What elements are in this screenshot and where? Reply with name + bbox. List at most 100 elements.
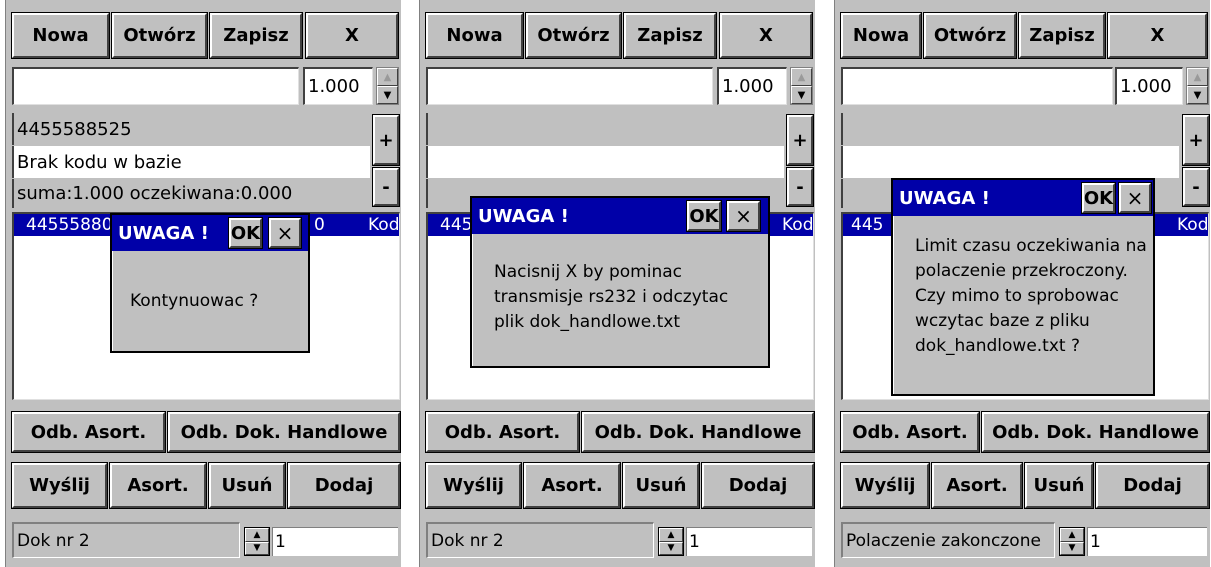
delete-button[interactable]: Usuń: [209, 463, 285, 508]
add-button[interactable]: Dodaj: [288, 463, 400, 508]
quantity-stepper[interactable]: ▲ ▼: [376, 67, 399, 105]
close-button[interactable]: X: [306, 13, 398, 58]
alert-dialog: UWAGA ! OK × Limit czasu oczekiwania na …: [891, 178, 1155, 396]
odb-asort-button[interactable]: Odb. Asort.: [426, 412, 579, 452]
status-bar: Dok nr 2: [12, 522, 240, 558]
save-button[interactable]: Zapisz: [624, 13, 716, 58]
arrow-up-icon[interactable]: ▲: [1060, 528, 1084, 542]
send-button[interactable]: Wyślij: [12, 463, 107, 508]
dialog-message-line: Nacisnij X by pominac: [494, 262, 683, 282]
product-name-row: [841, 146, 1179, 178]
dialog-message: Nacisnij X by pominac transmisje rs232 i…: [494, 260, 728, 335]
asort-button[interactable]: Asort.: [524, 463, 620, 508]
page-number: 1: [1087, 527, 1207, 556]
minus-button[interactable]: -: [787, 168, 813, 206]
arrow-down-icon[interactable]: ▼: [1060, 541, 1084, 555]
delete-button[interactable]: Usuń: [1025, 463, 1093, 508]
send-button[interactable]: Wyślij: [841, 463, 929, 508]
odb-dok-handlowe-button[interactable]: Odb. Dok. Handlowe: [582, 412, 814, 452]
save-button[interactable]: Zapisz: [210, 13, 302, 58]
arrow-down-icon[interactable]: ▼: [377, 86, 398, 104]
plus-button[interactable]: +: [1183, 115, 1209, 165]
add-button[interactable]: Dodaj: [1096, 463, 1209, 508]
page-number: 1: [272, 527, 398, 556]
dialog-message-line: wczytac baze z pliku: [915, 311, 1090, 331]
dialog-message-line: transmisje rs232 i odczytac: [494, 287, 729, 307]
screen-3: Nowa Otwórz Zapisz X 1.000 ▲ ▼ + - 445 K…: [834, 0, 1210, 567]
new-button[interactable]: Nowa: [12, 13, 109, 58]
arrow-up-icon[interactable]: ▲: [791, 68, 812, 86]
list-cell-kod: Kod: [368, 215, 399, 235]
quantity-stepper[interactable]: ▲ ▼: [790, 67, 813, 105]
status-bar: Dok nr 2: [426, 522, 654, 558]
dialog-ok-button[interactable]: OK: [229, 218, 262, 248]
new-button[interactable]: Nowa: [426, 13, 523, 58]
arrow-down-icon[interactable]: ▼: [245, 541, 269, 555]
code-row: 4455588525: [12, 113, 370, 145]
send-button[interactable]: Wyślij: [426, 463, 521, 508]
dialog-message-line: plik dok_handlowe.txt: [494, 312, 681, 332]
close-button[interactable]: X: [720, 13, 812, 58]
screen-2: Nowa Otwórz Zapisz X 1.000 ▲ ▼ + - 445 K…: [419, 0, 815, 567]
list-cell-code: 445: [851, 215, 884, 235]
dialog-message-line: polaczenie przekroczony.: [915, 261, 1128, 281]
arrow-down-icon[interactable]: ▼: [659, 541, 683, 555]
product-name-row: Brak kodu w bazie: [12, 146, 370, 178]
dialog-message: Kontynuowac ?: [130, 289, 258, 314]
quantity-field[interactable]: 1.000: [303, 67, 373, 105]
dialog-message-line: Kontynuowac ?: [130, 291, 259, 311]
page-stepper[interactable]: ▲ ▼: [244, 527, 270, 556]
list-cell-kod: Kod: [782, 215, 813, 235]
list-cell-qty: 0: [314, 215, 325, 235]
arrow-up-icon[interactable]: ▲: [245, 528, 269, 542]
quantity-field[interactable]: 1.000: [717, 67, 787, 105]
odb-dok-handlowe-button[interactable]: Odb. Dok. Handlowe: [982, 412, 1209, 452]
asort-button[interactable]: Asort.: [932, 463, 1022, 508]
product-name-row: [426, 146, 784, 178]
sum-row: suma:1.000 oczekiwana:0.000: [12, 179, 370, 208]
arrow-up-icon[interactable]: ▲: [377, 68, 398, 86]
odb-asort-button[interactable]: Odb. Asort.: [12, 412, 165, 452]
arrow-down-icon[interactable]: ▼: [1187, 86, 1208, 104]
odb-asort-button[interactable]: Odb. Asort.: [841, 412, 979, 452]
dialog-title: UWAGA !: [472, 198, 768, 234]
arrow-up-icon[interactable]: ▲: [659, 528, 683, 542]
arrow-up-icon[interactable]: ▲: [1187, 68, 1208, 86]
barcode-input[interactable]: [426, 67, 713, 105]
dialog-close-button[interactable]: ×: [269, 218, 301, 248]
page-number: 1: [686, 527, 812, 556]
open-button[interactable]: Otwórz: [924, 13, 1016, 58]
odb-dok-handlowe-button[interactable]: Odb. Dok. Handlowe: [168, 412, 400, 452]
code-row: [841, 113, 1179, 145]
plus-button[interactable]: +: [373, 115, 399, 165]
dialog-close-button[interactable]: ×: [1119, 183, 1151, 213]
arrow-down-icon[interactable]: ▼: [791, 86, 812, 104]
delete-button[interactable]: Usuń: [623, 463, 699, 508]
dialog-message-line: Czy mimo to sprobowac: [915, 286, 1119, 306]
barcode-input[interactable]: [12, 67, 299, 105]
open-button[interactable]: Otwórz: [526, 13, 621, 58]
add-button[interactable]: Dodaj: [702, 463, 814, 508]
dialog-ok-button[interactable]: OK: [1082, 183, 1115, 213]
page-stepper[interactable]: ▲ ▼: [1059, 527, 1085, 556]
screen-1: Nowa Otwórz Zapisz X 1.000 ▲ ▼ 445558852…: [5, 0, 401, 567]
minus-button[interactable]: -: [1183, 168, 1209, 206]
dialog-message-line: Limit czasu oczekiwania na: [915, 236, 1147, 256]
minus-button[interactable]: -: [373, 168, 399, 206]
dialog-ok-button[interactable]: OK: [687, 201, 721, 231]
asort-button[interactable]: Asort.: [110, 463, 206, 508]
quantity-stepper[interactable]: ▲ ▼: [1186, 67, 1209, 105]
page-stepper[interactable]: ▲ ▼: [658, 527, 684, 556]
plus-button[interactable]: +: [787, 115, 813, 165]
dialog-close-button[interactable]: ×: [727, 201, 760, 231]
quantity-field[interactable]: 1.000: [1115, 67, 1183, 105]
alert-dialog: UWAGA ! OK × Kontynuowac ?: [110, 213, 310, 353]
dialog-message-line: dok_handlowe.txt ?: [915, 336, 1081, 356]
save-button[interactable]: Zapisz: [1019, 13, 1105, 58]
close-button[interactable]: X: [1108, 13, 1207, 58]
list-cell-kod: Kod: [1177, 215, 1208, 235]
open-button[interactable]: Otwórz: [112, 13, 207, 58]
new-button[interactable]: Nowa: [841, 13, 921, 58]
status-bar: Polaczenie zakonczone: [841, 522, 1055, 558]
barcode-input[interactable]: [841, 67, 1113, 105]
